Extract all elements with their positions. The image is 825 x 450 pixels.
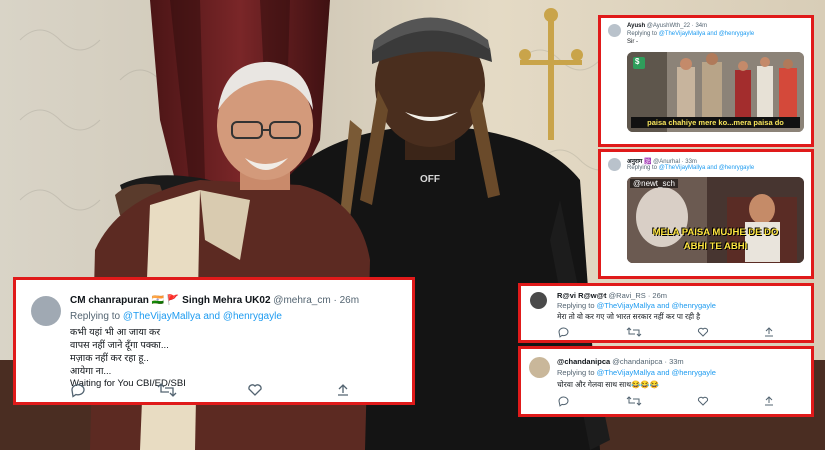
tweet-line-4: आयेगा ना...	[70, 366, 112, 377]
tweet-author[interactable]: @chandanipca @chandanipca · 33m	[557, 357, 684, 366]
like-icon	[248, 384, 262, 396]
meme-caption-1: MELA PAISA MUJHE DE DO	[652, 227, 779, 238]
action-icons	[71, 383, 348, 398]
share-icon	[338, 384, 348, 396]
mention-link[interactable]: @TheVijayMallya and @henrygayle	[597, 301, 716, 310]
mention-link[interactable]: @TheVijayMallya and @henrygayle	[123, 311, 282, 322]
author-name: CM chanrapuran	[70, 295, 149, 306]
replying-prefix: Replying to	[627, 31, 658, 37]
author-handle: @chandanipca · 33m	[612, 357, 684, 366]
author-handle: @Ravi_RS · 26m	[608, 291, 668, 300]
tweet-text: Sir -	[627, 39, 638, 45]
action-icons	[558, 327, 773, 338]
flag-icon-2: 🚩	[166, 295, 180, 306]
replying-to: Replying to @TheVijayMallya and @henryga…	[627, 31, 754, 37]
meme-logo: $	[635, 57, 640, 66]
tweet-time: · 26m	[333, 295, 360, 306]
author-name: @chandanipca	[557, 357, 611, 366]
tweet-author[interactable]: Ayush @AyushWth_22 · 34m	[627, 23, 707, 29]
tweet-card-left[interactable]: CM chanrapuran 🇮🇳 🚩 Singh Mehra UK02 @me…	[13, 277, 415, 405]
avatar[interactable]	[31, 296, 61, 326]
retweet-icon	[626, 327, 642, 337]
mention-link[interactable]: @TheVijayMallya and @henrygayle	[597, 368, 716, 377]
avatar[interactable]	[529, 357, 550, 378]
tweet-author[interactable]: अनुराग 🕉️ @Anurhal · 33m	[627, 157, 697, 165]
reply-icon	[71, 384, 85, 398]
tweet-author[interactable]: CM chanrapuran 🇮🇳 🚩 Singh Mehra UK02 @me…	[70, 295, 359, 306]
retweet-icon	[157, 383, 177, 397]
replying-prefix: Replying to	[627, 165, 658, 171]
tweet-author[interactable]: R@vi R@w@t @Ravi_RS · 26m	[557, 291, 667, 300]
tweet-card-right-1[interactable]: Ayush @AyushWth_22 · 34m Replying to @Th…	[598, 15, 814, 147]
meme-image[interactable]: $ paisa chahiye mere ko...mera paisa do	[627, 52, 804, 132]
meme-image[interactable]: @newt_sch MELA PAISA MUJHE DE DO ABHI TE…	[627, 177, 804, 263]
meme-tag: @newt_sch	[630, 179, 678, 188]
mention-link[interactable]: @TheVijayMallya and @henrygayle	[659, 165, 754, 171]
reply-icon	[558, 396, 569, 407]
meme-caption: paisa chahiye mere ko...mera paisa do	[631, 117, 800, 128]
tweet-line-3: मज़ाक नहीं कर रहा हू..	[70, 353, 149, 364]
replying-to: Replying to @TheVijayMallya and @henryga…	[627, 165, 754, 171]
mention-link[interactable]: @TheVijayMallya and @henrygayle	[659, 31, 754, 37]
avatar[interactable]	[608, 24, 621, 37]
like-icon	[697, 396, 709, 406]
replying-prefix: Replying to	[70, 311, 121, 322]
replying-prefix: Replying to	[557, 301, 595, 310]
replying-prefix: Replying to	[557, 368, 595, 377]
share-icon	[765, 396, 773, 406]
tweet-card-right-2[interactable]: अनुराग 🕉️ @Anurhal · 33m Replying to @Th…	[598, 149, 814, 279]
share-icon	[765, 327, 773, 337]
shirt-logo: OFF	[420, 174, 440, 185]
avatar[interactable]	[530, 292, 547, 309]
replying-to: Replying to @TheVijayMallya and @henryga…	[557, 301, 716, 310]
like-icon	[697, 327, 709, 337]
meme-caption-2: ABHI TE ABHI	[683, 241, 748, 252]
author-name: R@vi R@w@t	[557, 291, 607, 300]
author-handle: @mehra_cm	[273, 295, 331, 306]
tweet-card-right-4[interactable]: @chandanipca @chandanipca · 33m Replying…	[518, 346, 814, 417]
tweet-line-1: कभी यहां भी आ जाया कर	[70, 327, 161, 338]
tweet-text: मेरा तो वो कर गए जो भारत सरकार नहीं कर प…	[557, 312, 701, 321]
reply-icon	[558, 327, 569, 338]
avatar[interactable]	[608, 158, 621, 171]
tweet-line-2: वापस नहीं जाने दूँगा पक्का...	[70, 340, 169, 351]
retweet-icon	[626, 396, 642, 406]
author-name-2: Singh Mehra UK02	[182, 295, 271, 306]
author-name: Ayush	[627, 23, 646, 29]
replying-to: Replying to @TheVijayMallya and @henryga…	[557, 368, 716, 377]
action-icons	[558, 396, 773, 407]
author-handle: @AyushWth_22 · 34m	[646, 23, 708, 29]
tweet-card-right-3[interactable]: R@vi R@w@t @Ravi_RS · 26m Replying to @T…	[518, 283, 814, 343]
replying-to: Replying to @TheVijayMallya and @henryga…	[70, 311, 282, 322]
flag-icon: 🇮🇳	[151, 295, 165, 306]
tweet-text: चोरवा और गेलवा साथ साथ😂😂😂	[557, 380, 660, 389]
